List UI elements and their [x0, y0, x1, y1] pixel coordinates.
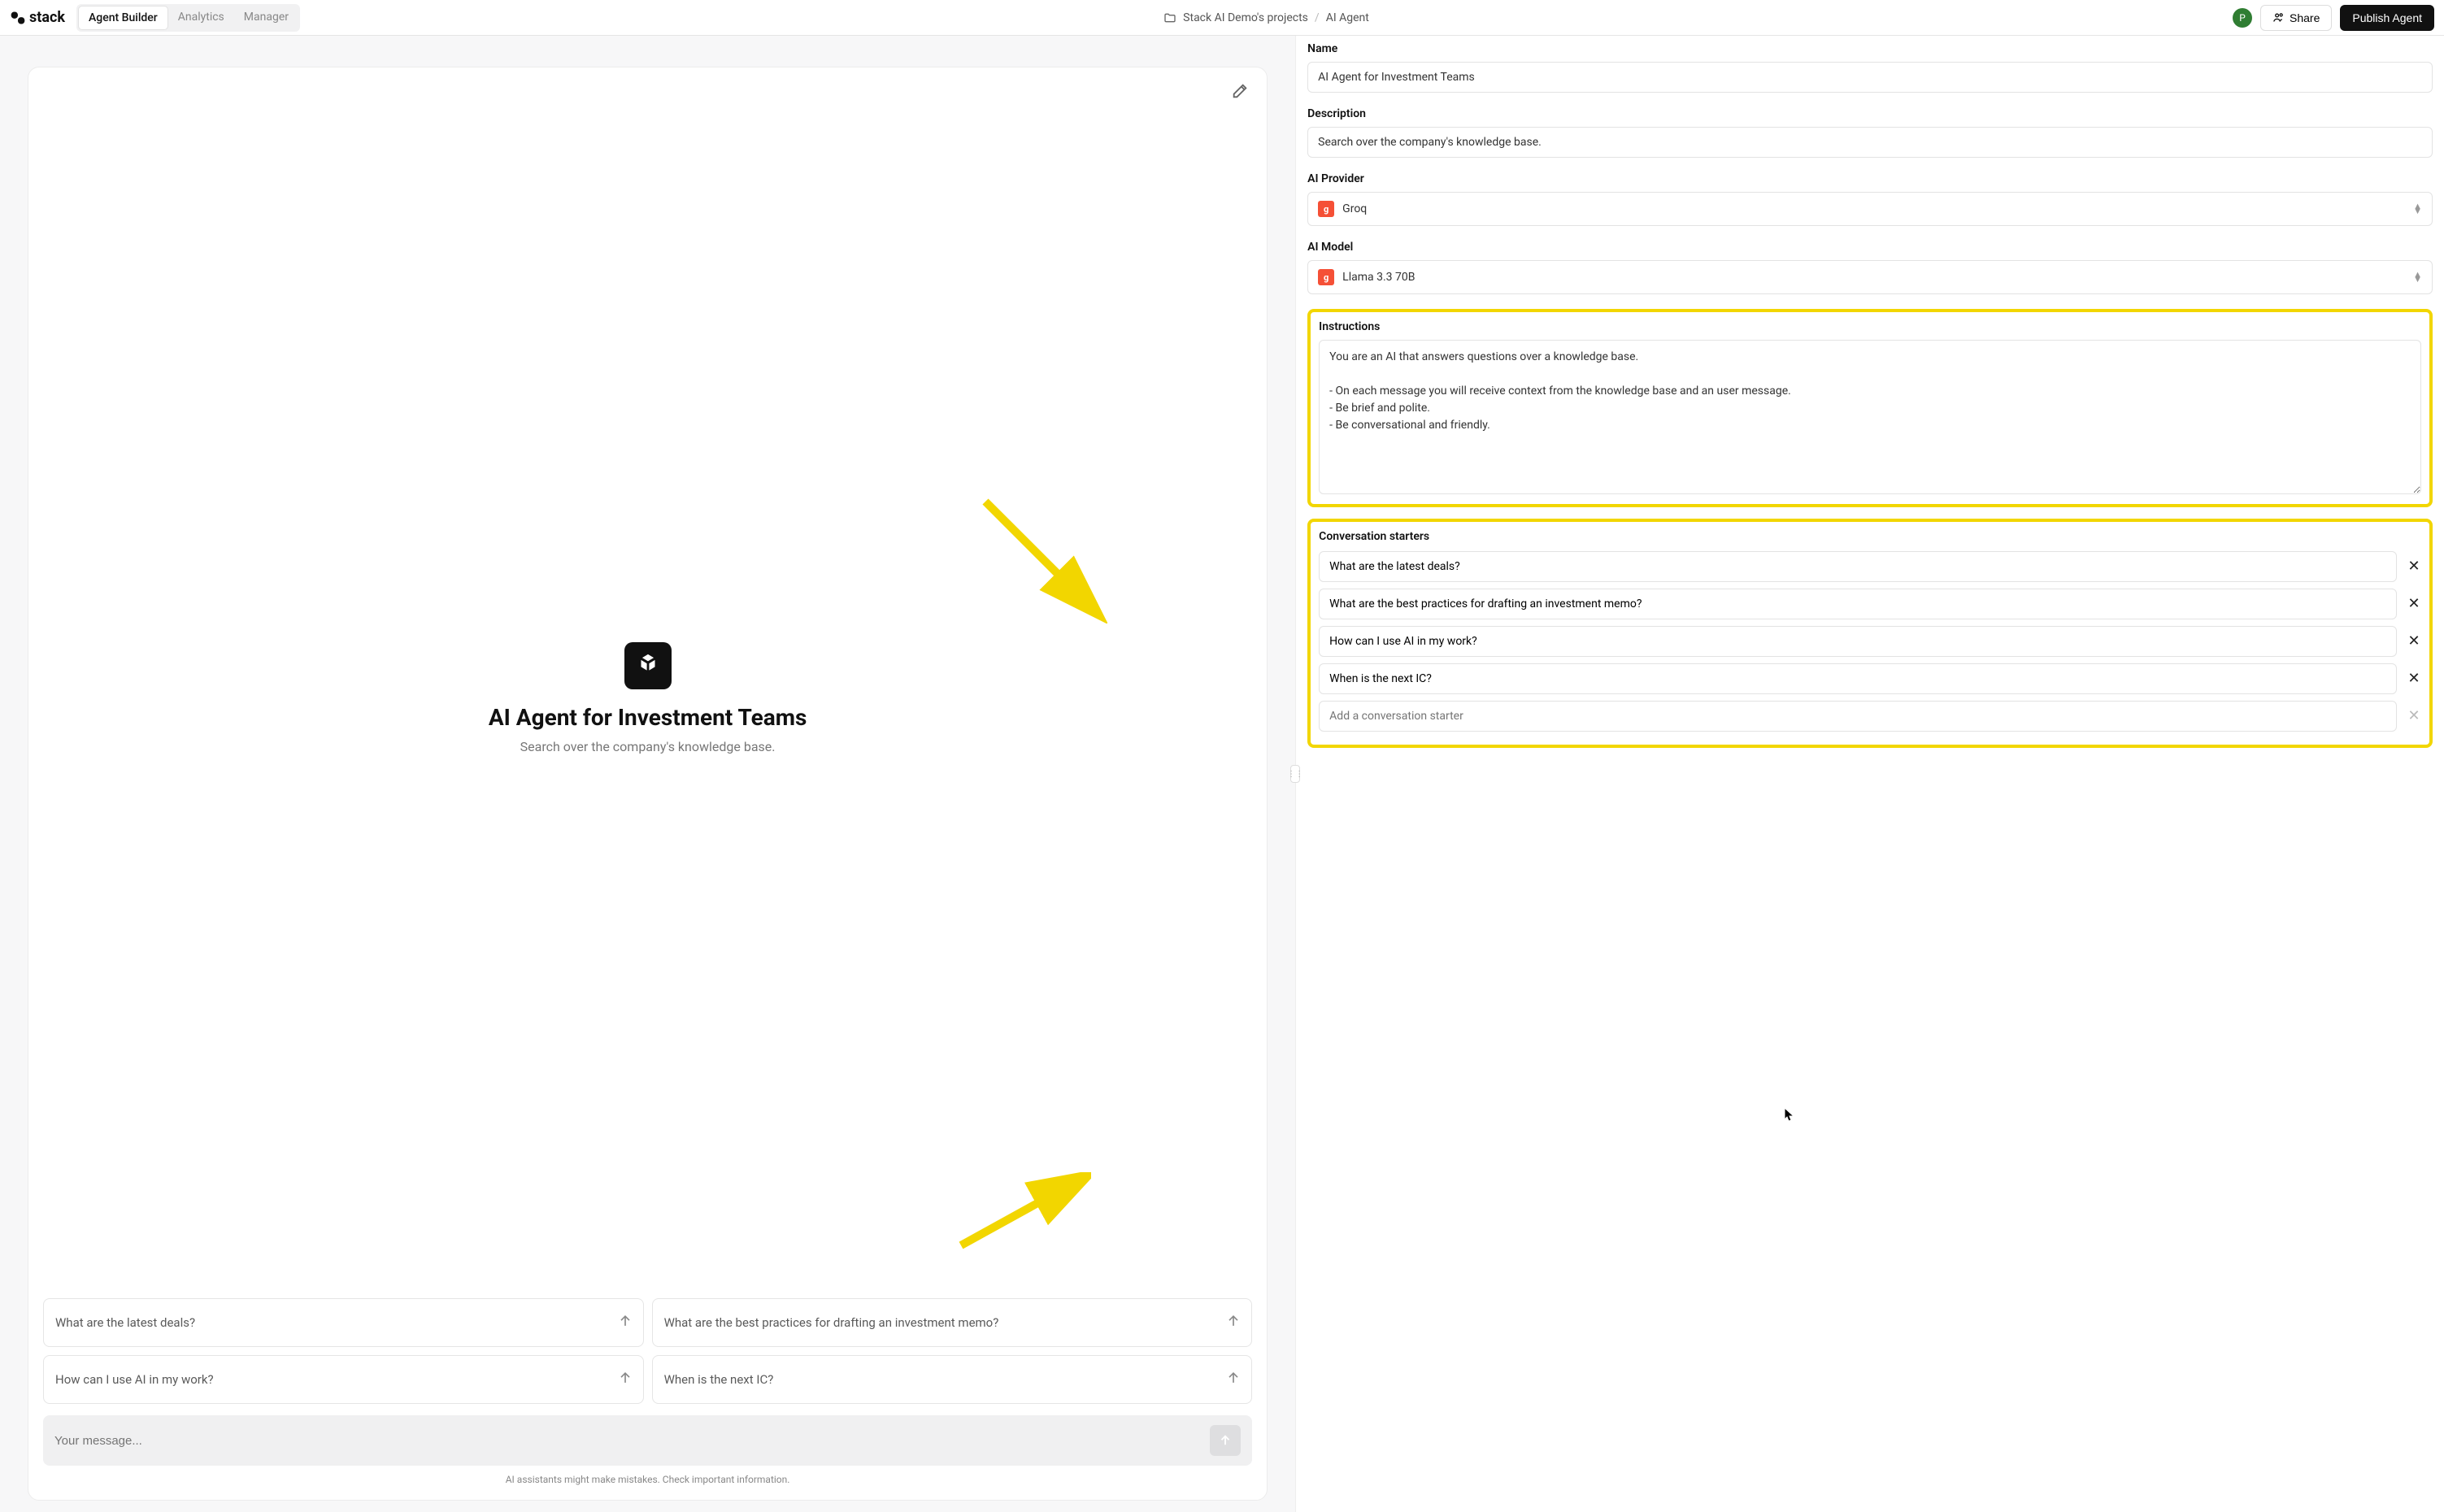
config-column: Name Description AI Provider g Groq ▲▼ A… [1295, 36, 2444, 1512]
cubes-icon [634, 652, 662, 680]
composer [43, 1415, 1252, 1466]
breadcrumb-sep: / [1315, 11, 1320, 24]
starter-delete-button[interactable]: ✕ [2407, 559, 2421, 574]
starter-field[interactable] [1319, 626, 2397, 657]
instructions-group: Instructions [1319, 320, 2421, 497]
starters-label: Conversation starters [1319, 530, 2421, 543]
share-button[interactable]: Share [2260, 5, 2332, 31]
preview-column: AI Agent for Investment Teams Search ove… [0, 36, 1295, 1512]
tab-manager[interactable]: Manager [234, 6, 298, 30]
starter-text: What are the best practices for drafting… [664, 1315, 999, 1330]
arrow-up-icon [1218, 1433, 1233, 1448]
provider-group: AI Provider g Groq ▲▼ [1307, 172, 2433, 226]
model-select[interactable]: g Llama 3.3 70B ▲▼ [1307, 260, 2433, 294]
brand-logo[interactable]: stack [10, 9, 65, 26]
starter-text: When is the next IC? [664, 1372, 774, 1387]
starter-card[interactable]: What are the latest deals? [43, 1298, 644, 1347]
preview-card: AI Agent for Investment Teams Search ove… [28, 67, 1268, 1501]
starter-card[interactable]: When is the next IC? [652, 1355, 1253, 1404]
preview-title: AI Agent for Investment Teams [489, 704, 807, 731]
name-group: Name [1307, 42, 2433, 93]
tab-agent-builder[interactable]: Agent Builder [78, 6, 168, 30]
starter-delete-button[interactable]: ✕ [2407, 709, 2421, 723]
brand-icon [10, 10, 26, 26]
breadcrumb: Stack AI Demo's projects / AI Agent [307, 11, 2226, 24]
starter-row-add: ✕ [1319, 701, 2421, 732]
edit-icon [1231, 82, 1249, 100]
breadcrumb-page[interactable]: AI Agent [1326, 11, 1369, 24]
header-actions: P Share Publish Agent [2233, 5, 2434, 31]
app-body: AI Agent for Investment Teams Search ove… [0, 36, 2444, 1512]
starter-row: ✕ [1319, 551, 2421, 582]
arrow-up-icon [1225, 1370, 1242, 1389]
nav-tabs: Agent Builder Analytics Manager [76, 4, 300, 32]
description-label: Description [1307, 107, 2433, 120]
starter-card[interactable]: What are the best practices for drafting… [652, 1298, 1253, 1347]
model-label: AI Model [1307, 241, 2433, 254]
chevron-updown-icon: ▲▼ [2413, 272, 2422, 282]
arrow-up-icon [617, 1370, 633, 1389]
instructions-label: Instructions [1319, 320, 2421, 333]
people-icon [2272, 11, 2285, 24]
preview-hero: AI Agent for Investment Teams Search ove… [43, 82, 1252, 1282]
share-label: Share [2290, 11, 2320, 24]
preview-starters: What are the latest deals? What are the … [43, 1298, 1252, 1404]
instructions-highlight: Instructions [1307, 309, 2433, 507]
edit-preview-button[interactable] [1231, 82, 1249, 103]
starter-row: ✕ [1319, 663, 2421, 694]
starter-field[interactable] [1319, 663, 2397, 694]
starter-text: How can I use AI in my work? [55, 1372, 214, 1387]
model-group: AI Model g Llama 3.3 70B ▲▼ [1307, 241, 2433, 294]
description-group: Description [1307, 107, 2433, 158]
provider-select[interactable]: g Groq ▲▼ [1307, 192, 2433, 226]
name-label: Name [1307, 42, 2433, 55]
provider-label: AI Provider [1307, 172, 2433, 185]
publish-button[interactable]: Publish Agent [2340, 5, 2434, 31]
description-field[interactable] [1307, 127, 2433, 158]
starter-delete-button[interactable]: ✕ [2407, 597, 2421, 611]
app-header: stack Agent Builder Analytics Manager St… [0, 0, 2444, 36]
chevron-updown-icon: ▲▼ [2413, 204, 2422, 214]
instructions-field[interactable] [1319, 340, 2421, 494]
groq-icon: g [1318, 269, 1334, 285]
arrow-up-icon [1225, 1313, 1242, 1332]
provider-value: Groq [1342, 202, 1367, 215]
publish-label: Publish Agent [2352, 11, 2422, 24]
arrow-up-icon [617, 1313, 633, 1332]
preview-subtitle: Search over the company's knowledge base… [520, 739, 776, 754]
agent-logo [624, 642, 672, 689]
starters-highlight: Conversation starters ✕ ✕ ✕ ✕ ✕ [1307, 519, 2433, 748]
folder-icon [1163, 11, 1176, 24]
starter-delete-button[interactable]: ✕ [2407, 634, 2421, 649]
disclaimer: AI assistants might make mistakes. Check… [43, 1474, 1252, 1485]
groq-icon: g [1318, 201, 1334, 217]
starter-field[interactable] [1319, 551, 2397, 582]
starter-text: What are the latest deals? [55, 1315, 195, 1330]
breadcrumb-project[interactable]: Stack AI Demo's projects [1183, 11, 1308, 24]
starter-row: ✕ [1319, 626, 2421, 657]
starter-card[interactable]: How can I use AI in my work? [43, 1355, 644, 1404]
avatar[interactable]: P [2233, 8, 2252, 28]
starter-add-field[interactable] [1319, 701, 2397, 732]
model-value: Llama 3.3 70B [1342, 271, 1415, 284]
panel-resize-handle[interactable]: ⋮⋮ [1290, 765, 1300, 783]
send-button[interactable] [1210, 1425, 1241, 1456]
brand-text: stack [29, 9, 65, 26]
starter-delete-button[interactable]: ✕ [2407, 671, 2421, 686]
starter-row: ✕ [1319, 589, 2421, 619]
tab-analytics[interactable]: Analytics [168, 6, 234, 30]
message-input[interactable] [54, 1434, 1210, 1448]
starter-field[interactable] [1319, 589, 2397, 619]
name-field[interactable] [1307, 62, 2433, 93]
